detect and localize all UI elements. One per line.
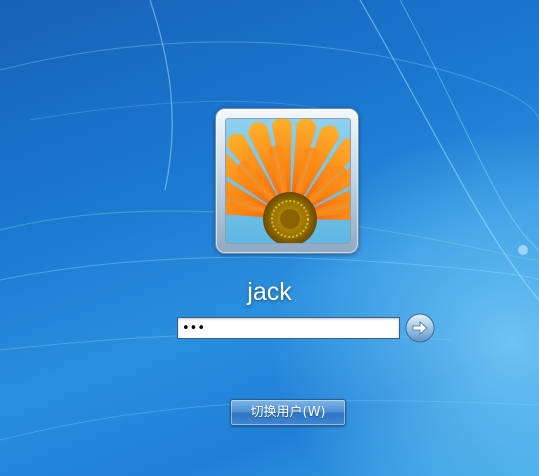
username-label: jack xyxy=(247,278,292,306)
submit-arrow-button[interactable] xyxy=(405,313,435,343)
orange-gerbera-flower-avatar xyxy=(225,118,351,244)
logon-screen: jack 切换用户(W) xyxy=(0,0,539,476)
avatar-image xyxy=(226,119,350,243)
password-field[interactable] xyxy=(177,317,400,339)
switch-user-button[interactable]: 切换用户(W) xyxy=(230,399,346,426)
arrow-right-icon xyxy=(405,313,435,343)
user-avatar-frame xyxy=(215,108,359,254)
